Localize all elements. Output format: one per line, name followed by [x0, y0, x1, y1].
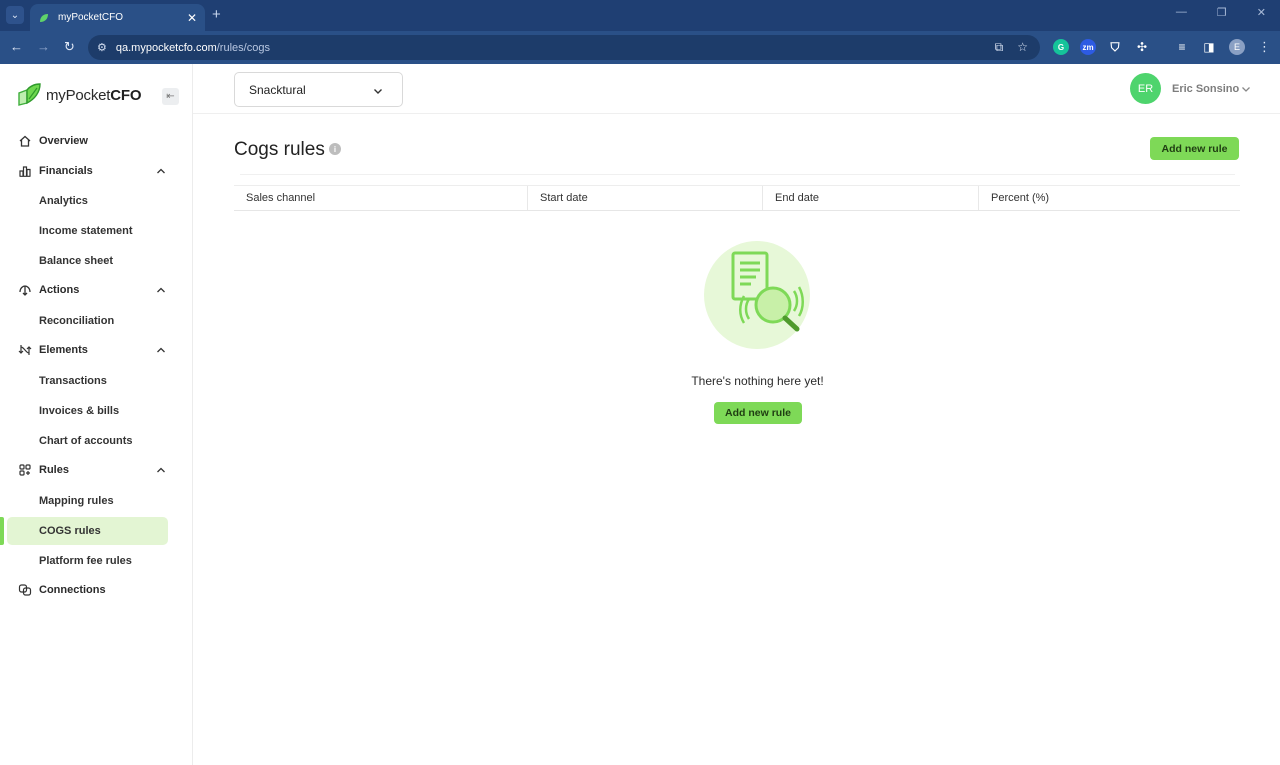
close-window-icon[interactable]: ✕: [1257, 6, 1266, 19]
sidebar-item-reconciliation[interactable]: Reconciliation: [0, 306, 193, 336]
sidebar-item-transactions[interactable]: Transactions: [0, 366, 193, 396]
tab-search-button[interactable]: ⌄: [6, 6, 24, 24]
user-name[interactable]: Eric Sonsino: [1172, 83, 1239, 95]
sidebar-item-elements[interactable]: Elements: [0, 335, 193, 365]
browser-tab-bar: ⌄ myPocketCFO ✕ + — ❐ ✕: [0, 0, 1280, 31]
column-header-end-date[interactable]: End date: [763, 186, 979, 210]
divider: [240, 174, 1235, 175]
browser-toolbar: ← → ↻ ⚙ qa.mypocketcfo.com /rules/cogs ⧉…: [0, 31, 1280, 64]
bookmark-star-icon[interactable]: ☆: [1017, 40, 1028, 55]
browser-profile-avatar[interactable]: E: [1229, 39, 1245, 55]
sidebar-item-cogs-rules[interactable]: COGS rules: [0, 516, 193, 546]
media-controls-icon[interactable]: ≡: [1174, 39, 1190, 55]
reload-icon[interactable]: ↻: [64, 39, 75, 55]
sidebar-item-label: Elements: [39, 344, 88, 356]
sidebar-item-label: Income statement: [39, 225, 133, 237]
sidebar-item-invoices-bills[interactable]: Invoices & bills: [0, 396, 193, 426]
table-header: Sales channel Start date End date Percen…: [234, 185, 1240, 211]
logo[interactable]: myPocketCFO: [16, 82, 142, 108]
chevron-up-icon: [157, 467, 165, 473]
tab-title: myPocketCFO: [58, 12, 124, 23]
sidebar-item-actions[interactable]: Actions: [0, 275, 193, 305]
leaf-favicon-icon: [40, 13, 48, 22]
bar-chart-icon: [19, 166, 31, 177]
home-icon: [19, 135, 31, 147]
sidebar-item-analytics[interactable]: Analytics: [0, 186, 193, 216]
sidebar-item-rules[interactable]: Rules: [0, 455, 193, 485]
sidebar-item-connections[interactable]: Connections: [0, 575, 193, 605]
new-tab-button[interactable]: +: [212, 6, 221, 23]
actions-icon: [19, 285, 31, 296]
column-header-percent[interactable]: Percent (%): [979, 186, 1240, 210]
browser-menu-icon[interactable]: ⋮: [1258, 39, 1271, 55]
logo-text-bold: CFO: [110, 86, 142, 104]
sidebar-item-balance-sheet[interactable]: Balance sheet: [0, 246, 193, 276]
sidebar-item-label: Analytics: [39, 195, 88, 207]
empty-state-text: There's nothing here yet!: [691, 374, 824, 388]
collapse-sidebar-button[interactable]: ⇤: [162, 88, 179, 105]
sidebar-item-mapping-rules[interactable]: Mapping rules: [0, 486, 193, 516]
logo-leaf-icon: [18, 83, 41, 106]
chevron-up-icon: [157, 168, 165, 174]
sidebar-item-overview[interactable]: Overview: [0, 126, 193, 156]
chevron-down-icon[interactable]: [1240, 83, 1252, 95]
forward-icon[interactable]: →: [37, 39, 50, 54]
sidebar-item-financials[interactable]: Financials: [0, 156, 193, 186]
url-host: qa.mypocketcfo.com: [115, 41, 217, 54]
sidebar-item-label: Financials: [39, 165, 93, 177]
chevron-up-icon: [157, 287, 165, 293]
sidebar-item-platform-fee-rules[interactable]: Platform fee rules: [0, 546, 193, 576]
sidebar-item-label: Rules: [39, 464, 69, 476]
empty-state-illustration-icon: [704, 241, 810, 349]
chevron-down-icon: [374, 89, 382, 94]
zoom-extension-icon[interactable]: zm: [1080, 39, 1096, 55]
back-icon[interactable]: ←: [10, 39, 23, 54]
tab-close-icon[interactable]: ✕: [187, 11, 197, 25]
sidebar-item-label: Reconciliation: [39, 315, 115, 327]
side-panel-icon[interactable]: ◨: [1201, 39, 1217, 55]
sidebar-item-label: Platform fee rules: [39, 555, 132, 567]
top-bar: Snacktural ER Eric Sonsino: [193, 64, 1280, 114]
sidebar-item-chart-of-accounts[interactable]: Chart of accounts: [0, 426, 193, 456]
install-app-icon[interactable]: ⧉: [995, 40, 1004, 55]
sidebar-item-label: Actions: [39, 284, 80, 296]
sidebar-item-label: COGS rules: [39, 525, 101, 537]
company-select[interactable]: Snacktural: [234, 72, 403, 107]
column-header-sales-channel[interactable]: Sales channel: [234, 186, 528, 210]
sidebar-item-label: Transactions: [39, 375, 107, 387]
avatar[interactable]: ER: [1130, 73, 1161, 104]
window-controls: — ❐ ✕: [1176, 6, 1266, 19]
address-bar[interactable]: ⚙ qa.mypocketcfo.com /rules/cogs ⧉ ☆: [88, 35, 1040, 60]
info-icon[interactable]: i: [329, 143, 341, 155]
chevron-up-icon: [157, 347, 165, 353]
add-new-rule-empty-button[interactable]: Add new rule: [714, 402, 802, 424]
minimize-icon[interactable]: —: [1176, 6, 1187, 19]
sidebar-item-label: Mapping rules: [39, 495, 114, 507]
grammarly-extension-icon[interactable]: G: [1053, 39, 1069, 55]
rules-icon: [19, 464, 31, 476]
logo-text-light: myPocket: [46, 86, 111, 104]
sidebar-item-label: Invoices & bills: [39, 405, 120, 417]
site-settings-icon[interactable]: ⚙: [97, 41, 107, 54]
sidebar-item-label: Chart of accounts: [39, 435, 133, 447]
main-content: Snacktural ER Eric Sonsino Cogs rules i …: [193, 64, 1280, 765]
sidebar-item-income-statement[interactable]: Income statement: [0, 216, 193, 246]
sidebar-item-label: Balance sheet: [39, 255, 113, 267]
shield-extension-icon[interactable]: ⛉: [1107, 39, 1123, 55]
page-title: Cogs rules: [234, 139, 325, 160]
extensions-puzzle-icon[interactable]: ✣: [1134, 39, 1150, 55]
app: myPocketCFO ⇤ Overview Financials Analyt…: [0, 64, 1280, 765]
connections-icon: [18, 584, 32, 596]
sidebar-item-label: Connections: [39, 584, 106, 596]
add-new-rule-button[interactable]: Add new rule: [1150, 137, 1239, 160]
browser-tab[interactable]: myPocketCFO ✕: [30, 4, 205, 31]
sidebar: myPocketCFO ⇤ Overview Financials Analyt…: [0, 64, 193, 765]
column-header-start-date[interactable]: Start date: [528, 186, 763, 210]
company-select-value: Snacktural: [249, 82, 306, 97]
elements-icon: [18, 345, 32, 355]
url-path: /rules/cogs: [216, 41, 270, 54]
restore-icon[interactable]: ❐: [1217, 6, 1227, 19]
sidebar-item-label: Overview: [39, 135, 88, 147]
